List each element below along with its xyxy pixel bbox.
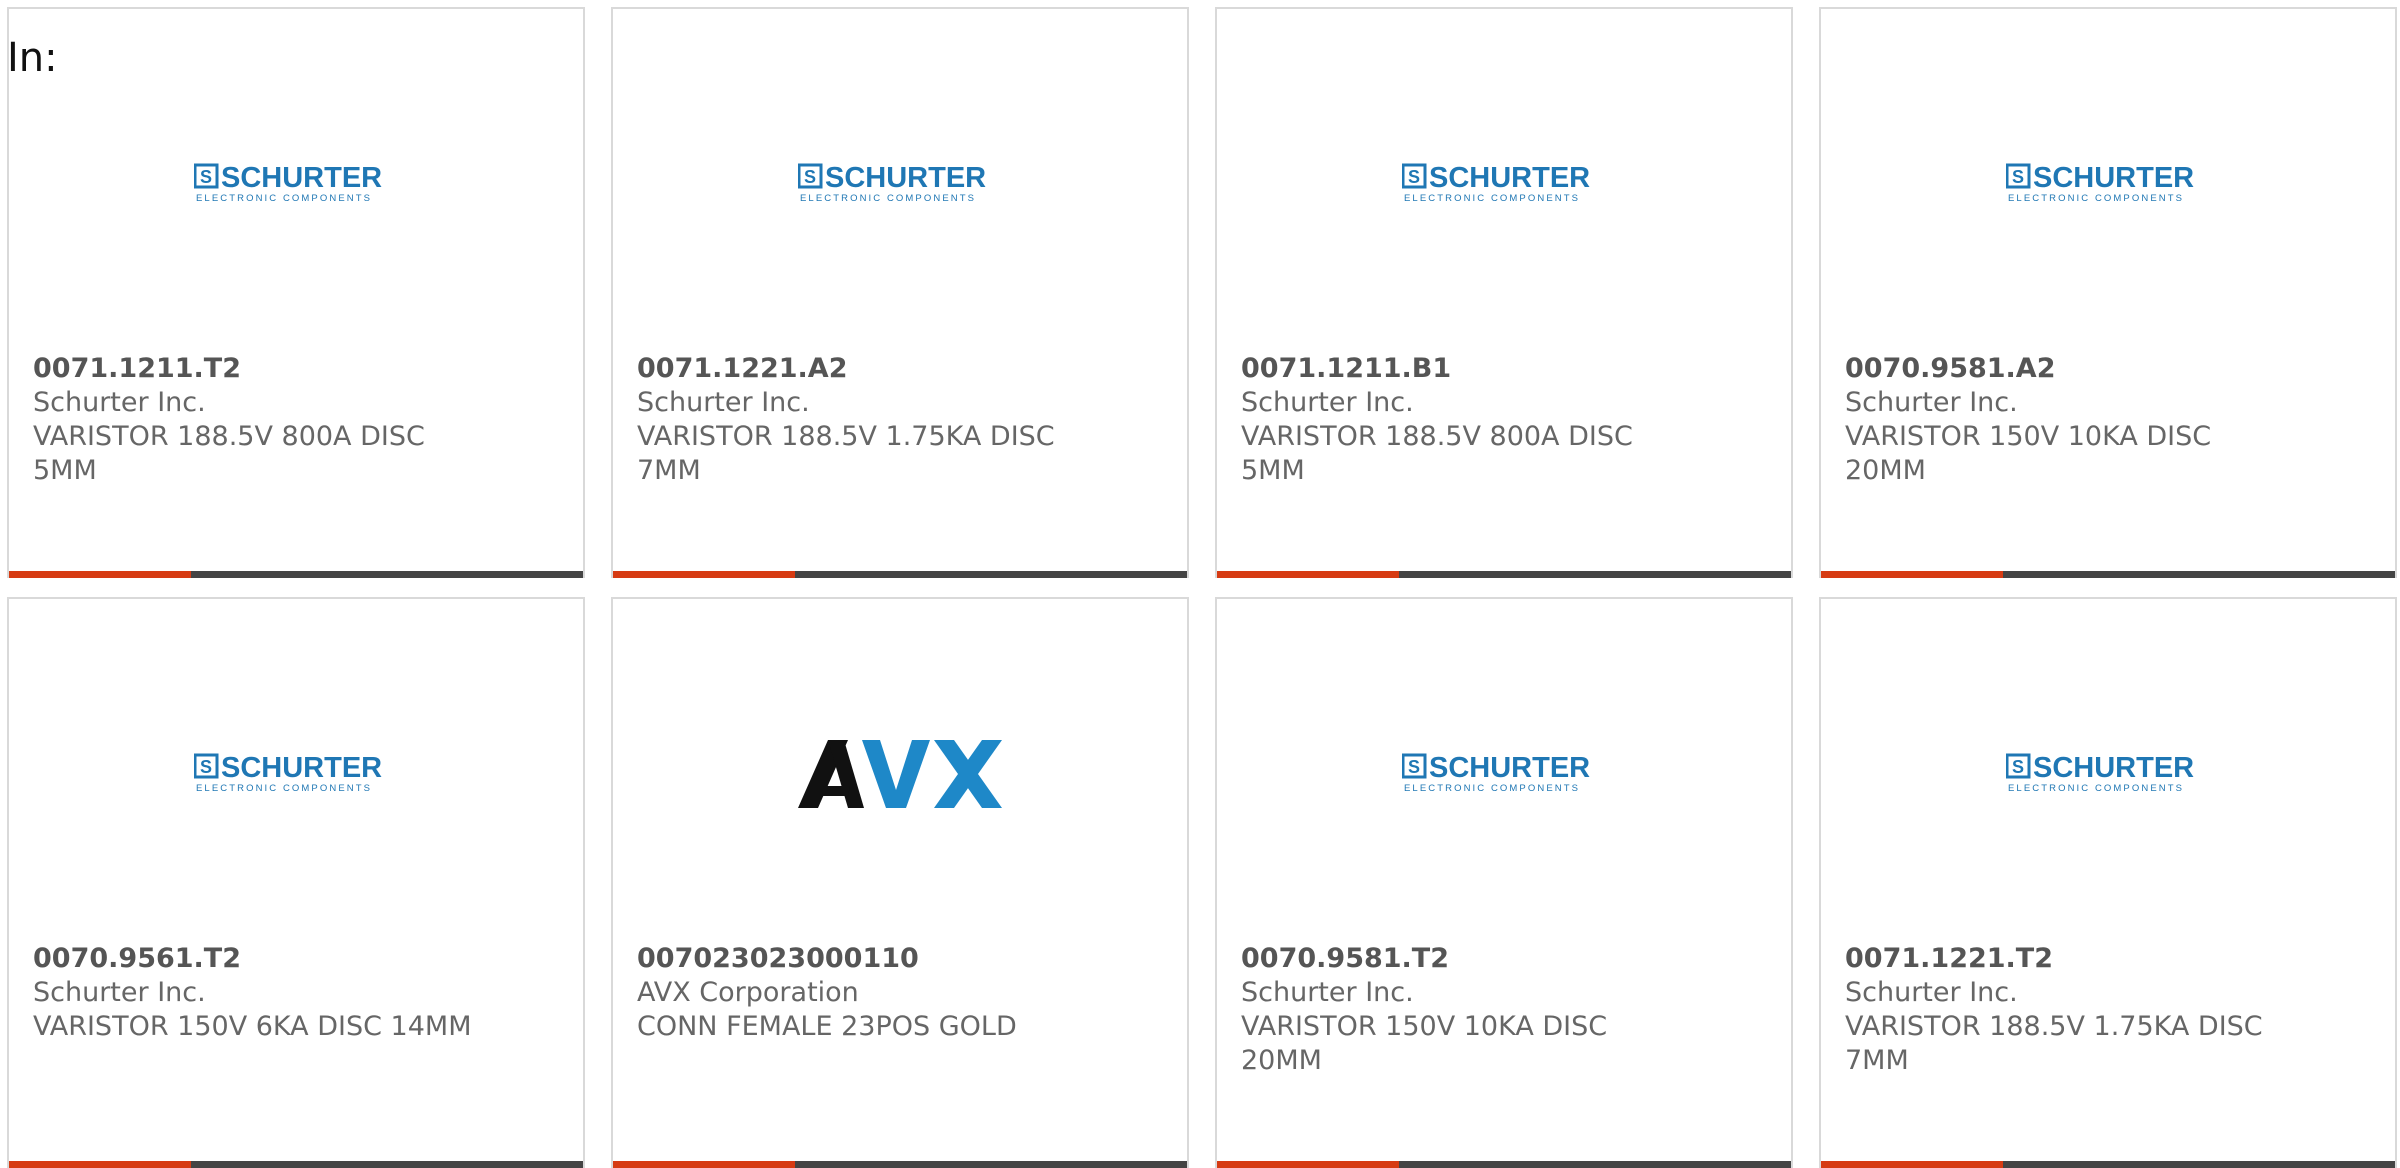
product-card[interactable]: S SCHURTER ELECTRONIC COMPONENTS 0070.95… [7,597,585,1168]
manufacturer-name: Schurter Inc. [637,387,810,418]
card-footer-bar [1821,1161,2395,1168]
svg-text:S: S [200,167,212,187]
avx-logo-icon [798,740,1002,808]
product-card[interactable]: S SCHURTER ELECTRONIC COMPONENTS 0071.12… [1215,7,1793,578]
svg-text:S: S [200,757,212,777]
part-number[interactable]: 0070.9561.T2 [33,943,241,974]
card-footer-bar [1821,571,2395,578]
svg-text:S: S [1408,757,1420,777]
part-number[interactable]: 007023023000110 [637,943,919,974]
svg-text:SCHURTER: SCHURTER [1429,753,1590,784]
manufacturer-name: Schurter Inc. [1241,977,1414,1008]
manufacturer-logo: S SCHURTER ELECTRONIC COMPONENTS [1821,734,2395,814]
product-description: VARISTOR 188.5V 1.75KA DISC 7MM [1845,1011,2263,1076]
svg-text:ELECTRONIC COMPONENTS: ELECTRONIC COMPONENTS [800,193,976,204]
card-accent-bar [613,1161,795,1168]
svg-text:ELECTRONIC COMPONENTS: ELECTRONIC COMPONENTS [2008,193,2184,204]
card-footer-bar [1217,571,1791,578]
product-description: VARISTOR 150V 10KA DISC 20MM [1241,1011,1608,1076]
manufacturer-name: AVX Corporation [637,977,859,1008]
manufacturer-logo: S SCHURTER ELECTRONIC COMPONENTS [613,144,1187,224]
card-accent-bar [9,571,191,578]
part-number[interactable]: 0071.1211.T2 [33,353,241,384]
manufacturer-name: Schurter Inc. [1241,387,1414,418]
manufacturer-logo: S SCHURTER ELECTRONIC COMPONENTS [9,144,583,224]
manufacturer-name: Schurter Inc. [33,387,206,418]
schurter-logo-icon: S SCHURTER ELECTRONIC COMPONENTS [2006,753,2194,794]
card-footer-bar [613,571,1187,578]
product-card[interactable]: 007023023000110 AVX Corporation CONN FEM… [611,597,1189,1168]
card-footer-bar [1217,1161,1791,1168]
svg-text:SCHURTER: SCHURTER [221,753,382,784]
svg-text:ELECTRONIC COMPONENTS: ELECTRONIC COMPONENTS [196,783,372,794]
product-card[interactable]: S SCHURTER ELECTRONIC COMPONENTS 0071.12… [611,7,1189,578]
svg-text:S: S [1408,167,1420,187]
svg-text:S: S [2012,757,2024,777]
manufacturer-name: Schurter Inc. [1845,387,2018,418]
manufacturer-logo: S SCHURTER ELECTRONIC COMPONENTS [1821,144,2395,224]
product-card[interactable]: S SCHURTER ELECTRONIC COMPONENTS 0070.95… [1819,7,2397,578]
manufacturer-logo: S SCHURTER ELECTRONIC COMPONENTS [9,734,583,814]
card-footer-bar [9,571,583,578]
part-number[interactable]: 0071.1221.A2 [637,353,848,384]
card-accent-bar [1821,1161,2003,1168]
manufacturer-logo [613,734,1187,814]
manufacturer-logo: S SCHURTER ELECTRONIC COMPONENTS [1217,144,1791,224]
card-footer-bar [9,1161,583,1168]
svg-text:SCHURTER: SCHURTER [825,163,986,194]
schurter-logo-icon: S SCHURTER ELECTRONIC COMPONENTS [1402,753,1590,794]
svg-text:S: S [804,167,816,187]
product-description: VARISTOR 188.5V 1.75KA DISC 7MM [637,421,1055,486]
schurter-logo-icon: S SCHURTER ELECTRONIC COMPONENTS [194,163,382,204]
product-card[interactable]: S SCHURTER ELECTRONIC COMPONENTS 0071.12… [1819,597,2397,1168]
product-description: VARISTOR 188.5V 800A DISC 5MM [1241,421,1633,486]
part-number[interactable]: 0071.1221.T2 [1845,943,2053,974]
product-description: VARISTOR 150V 6KA DISC 14MM [33,1011,472,1042]
schurter-logo-icon: S SCHURTER ELECTRONIC COMPONENTS [798,163,986,204]
product-description: CONN FEMALE 23POS GOLD [637,1011,1017,1042]
product-card[interactable]: S SCHURTER ELECTRONIC COMPONENTS 0070.95… [1215,597,1793,1168]
part-number[interactable]: 0071.1211.B1 [1241,353,1451,384]
product-grid: S SCHURTER ELECTRONIC COMPONENTS 0071.12… [7,7,2400,1168]
schurter-logo-icon: S SCHURTER ELECTRONIC COMPONENTS [1402,163,1590,204]
svg-text:S: S [2012,167,2024,187]
svg-text:ELECTRONIC COMPONENTS: ELECTRONIC COMPONENTS [196,193,372,204]
product-description: VARISTOR 150V 10KA DISC 20MM [1845,421,2212,486]
card-accent-bar [1217,571,1399,578]
svg-text:SCHURTER: SCHURTER [2033,163,2194,194]
product-card[interactable]: S SCHURTER ELECTRONIC COMPONENTS 0071.12… [7,7,585,578]
card-accent-bar [1217,1161,1399,1168]
schurter-logo-icon: S SCHURTER ELECTRONIC COMPONENTS [2006,163,2194,204]
schurter-logo-icon: S SCHURTER ELECTRONIC COMPONENTS [194,753,382,794]
part-number[interactable]: 0070.9581.A2 [1845,353,2056,384]
svg-text:ELECTRONIC COMPONENTS: ELECTRONIC COMPONENTS [1404,193,1580,204]
svg-text:ELECTRONIC COMPONENTS: ELECTRONIC COMPONENTS [2008,783,2184,794]
svg-text:SCHURTER: SCHURTER [2033,753,2194,784]
svg-text:SCHURTER: SCHURTER [1429,163,1590,194]
manufacturer-name: Schurter Inc. [33,977,206,1008]
manufacturer-logo: S SCHURTER ELECTRONIC COMPONENTS [1217,734,1791,814]
filter-label: In: [7,35,58,81]
card-accent-bar [613,571,795,578]
svg-text:ELECTRONIC COMPONENTS: ELECTRONIC COMPONENTS [1404,783,1580,794]
card-footer-bar [613,1161,1187,1168]
card-accent-bar [9,1161,191,1168]
manufacturer-name: Schurter Inc. [1845,977,2018,1008]
product-description: VARISTOR 188.5V 800A DISC 5MM [33,421,425,486]
card-accent-bar [1821,571,2003,578]
svg-text:SCHURTER: SCHURTER [221,163,382,194]
part-number[interactable]: 0070.9581.T2 [1241,943,1449,974]
